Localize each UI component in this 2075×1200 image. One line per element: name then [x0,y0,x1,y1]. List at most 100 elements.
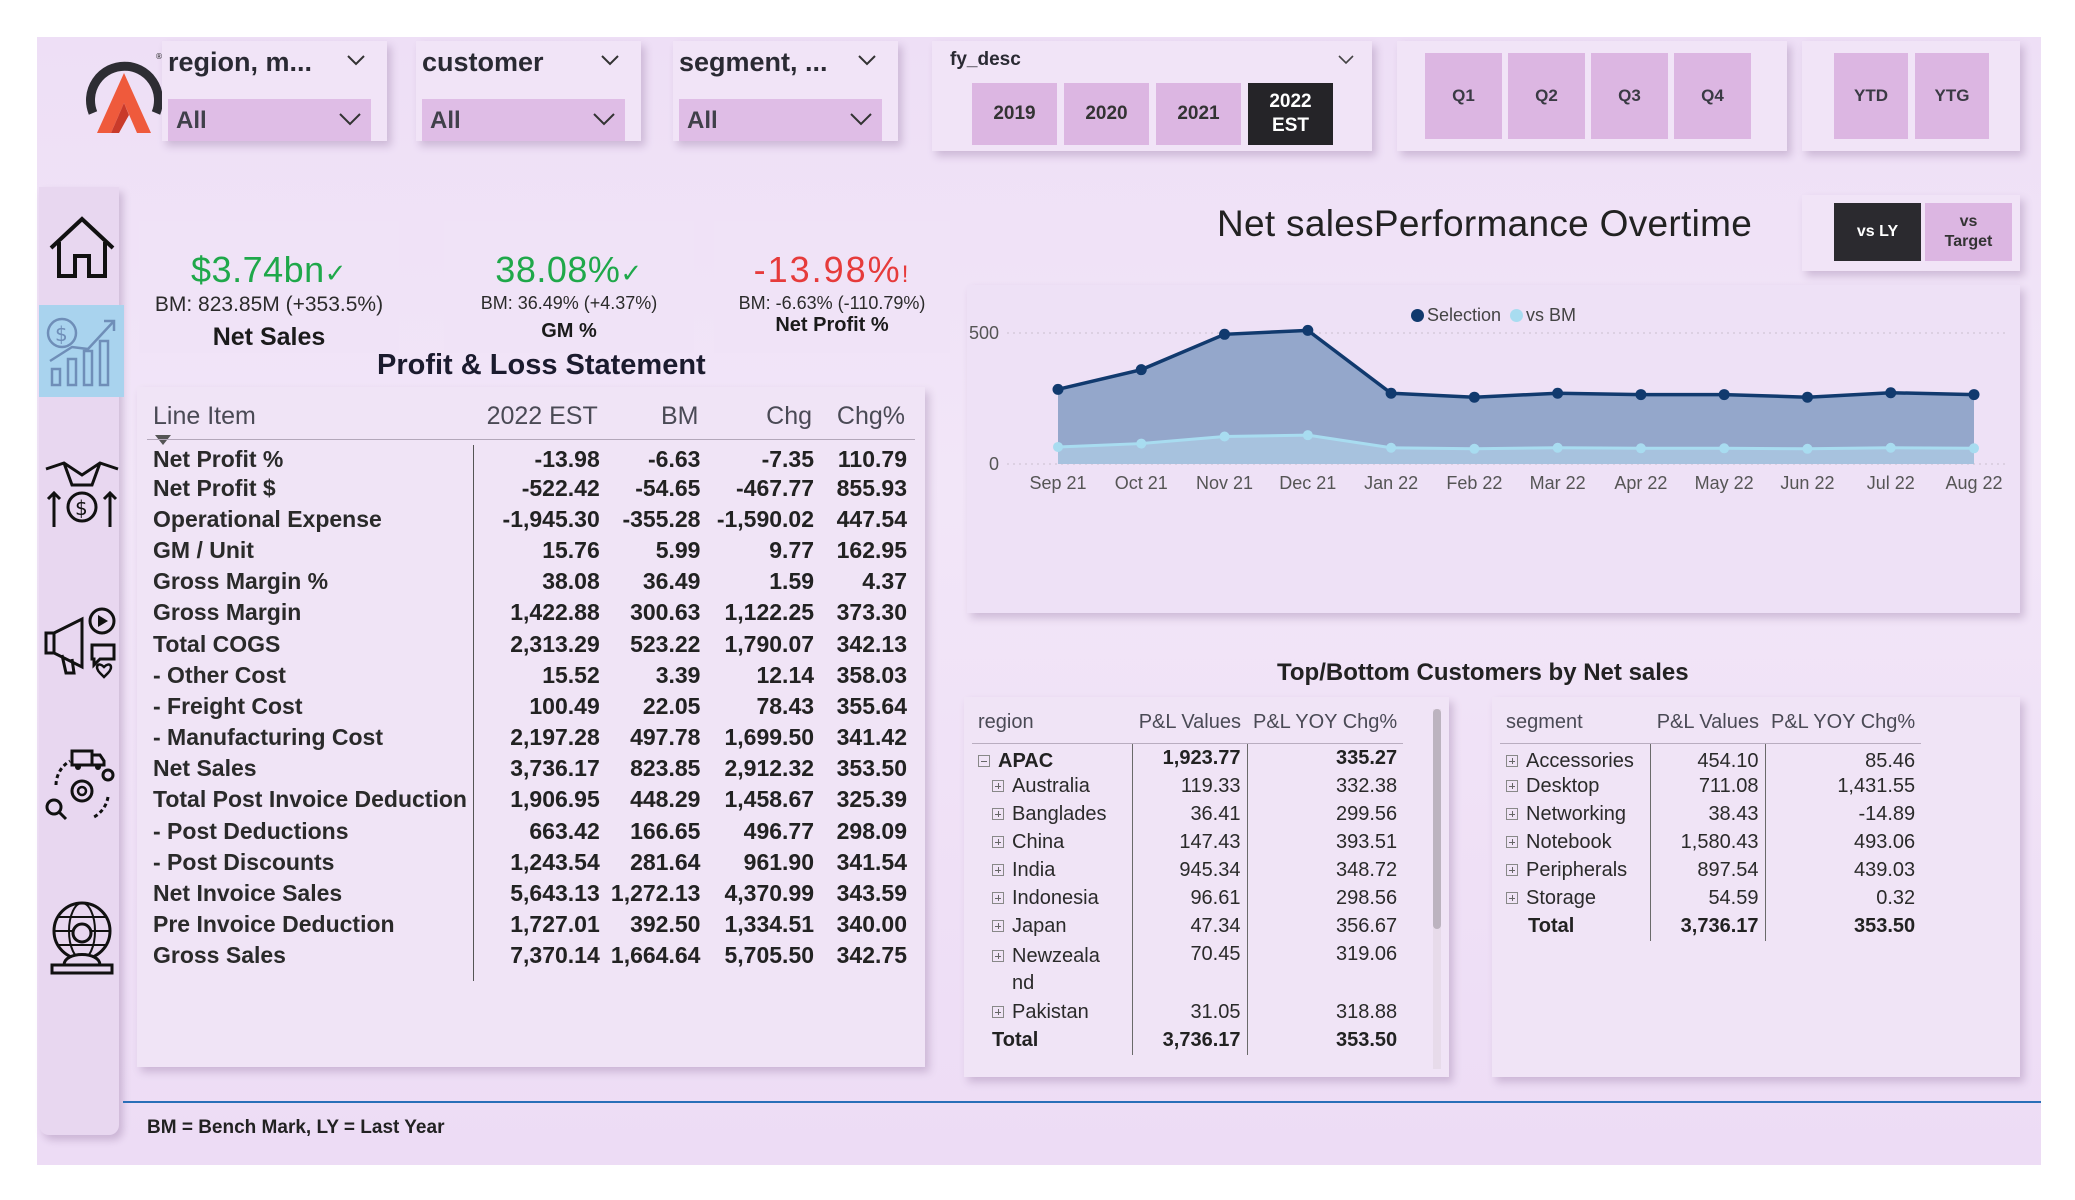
expand-icon[interactable] [1506,864,1518,876]
nav-finance[interactable]: $ [39,305,124,397]
vertical-scrollbar[interactable] [1433,709,1441,1069]
list-item[interactable]: Japan 47.34 356.67 [972,912,1403,941]
fy-button-2021[interactable]: 2021 [1156,83,1241,145]
group-row[interactable]: APAC 1,923.77 335.27 [972,743,1403,773]
list-item[interactable]: Australia 119.33 332.38 [972,772,1403,801]
data-point[interactable] [1053,441,1063,452]
data-point[interactable] [1552,387,1564,399]
column-header[interactable]: P&L YOY Chg% [1247,703,1404,744]
list-item[interactable]: Accessories 454.10 85.46 [1500,743,1921,773]
column-header[interactable]: Chg% [822,395,915,440]
nav-supply-chain[interactable] [39,739,124,831]
column-header[interactable]: 2022 EST [482,395,608,440]
slicer-region[interactable]: region, m... All [162,41,387,141]
value-cell: 0.32 [1876,887,1916,909]
quarter-button-q4[interactable]: Q4 [1674,53,1751,139]
list-item[interactable]: Notebook 1,580.43 493.06 [1500,828,1921,857]
list-item[interactable]: Desktop 711.08 1,431.55 [1500,772,1921,801]
data-point[interactable] [1468,391,1480,403]
compare-vs-ly-button[interactable]: vs LY [1834,203,1921,261]
slicer-customer[interactable]: customer All [416,41,641,141]
column-header[interactable]: Line Item [147,395,483,440]
data-point[interactable] [1302,324,1314,336]
slicer-dropdown[interactable]: All [168,99,371,141]
data-point[interactable] [1718,389,1730,401]
expand-icon[interactable] [992,920,1004,932]
expand-icon[interactable] [1506,836,1518,848]
collapse-icon[interactable] [978,754,990,767]
table-row: Gross Margin % 38.08 36.49 1.59 4.37 [147,566,915,597]
fy-button-2019[interactable]: 2019 [972,83,1057,145]
expand-icon[interactable] [992,780,1004,792]
column-header[interactable]: P&L Values [1132,703,1247,744]
data-point[interactable] [1052,383,1064,395]
list-item[interactable]: Peripherals 897.54 439.03 [1500,856,1921,885]
list-item[interactable]: Newzeala nd 70.45 319.06 [972,940,1403,999]
data-point[interactable] [1635,443,1646,454]
slicer-dropdown[interactable]: All [422,99,625,141]
nav-deal[interactable]: $ [39,447,124,539]
expand-icon[interactable] [992,1006,1004,1018]
expand-icon[interactable] [1506,780,1518,792]
chevron-down-icon[interactable] [599,49,621,71]
nav-home[interactable] [39,201,124,293]
data-point[interactable] [1386,442,1397,453]
slicer-dropdown[interactable]: All [679,99,882,141]
data-point[interactable] [1719,443,1730,454]
data-point[interactable] [1801,391,1813,403]
kpi-card-net-sales: $3.74bn✓ BM: 823.85M (+353.5%) Net Sales [139,221,399,353]
data-point[interactable] [1219,328,1231,340]
list-item[interactable]: Networking 38.43 -14.89 [1500,800,1921,829]
data-point[interactable] [1802,443,1813,454]
data-point[interactable] [1885,442,1896,453]
period-button-ytd[interactable]: YTD [1834,53,1908,139]
scrollbar-thumb[interactable] [1433,709,1441,929]
fy-button-2020[interactable]: 2020 [1064,83,1149,145]
quarter-button-q3[interactable]: Q3 [1591,53,1668,139]
list-item[interactable]: Storage 54.59 0.32 [1500,884,1921,913]
chevron-down-icon[interactable] [1336,51,1356,69]
data-point[interactable] [1885,387,1897,399]
data-point[interactable] [1635,389,1647,401]
data-point[interactable] [1469,443,1480,454]
compare-vs-target-button[interactable]: vs Target [1925,203,2012,261]
chevron-down-icon[interactable] [345,49,367,71]
data-point[interactable] [1552,442,1563,453]
expand-icon[interactable] [1506,808,1518,820]
column-header[interactable]: BM [607,395,709,440]
expand-icon[interactable] [992,949,1004,962]
fy-button-2022-est[interactable]: 2022 EST [1248,83,1333,145]
chevron-down-icon[interactable] [856,49,878,71]
expand-icon[interactable] [1506,754,1518,767]
data-point[interactable] [1219,431,1230,442]
quarter-button-q2[interactable]: Q2 [1508,53,1585,139]
expand-icon[interactable] [992,892,1004,904]
list-item[interactable]: India 945.34 348.72 [972,856,1403,885]
expand-icon[interactable] [992,836,1004,848]
nav-executive[interactable] [39,893,124,985]
data-point[interactable] [1968,389,1980,401]
quarter-button-q1[interactable]: Q1 [1425,53,1502,139]
nav-marketing[interactable] [39,595,124,687]
expand-icon[interactable] [1506,892,1518,904]
line-item-label: - Other Cost [153,661,286,688]
data-point[interactable] [1136,438,1147,449]
slicer-segment[interactable]: segment, ... All [673,41,898,141]
expand-icon[interactable] [992,808,1004,820]
data-point[interactable] [1302,430,1313,441]
list-item[interactable]: Banglades 36.41 299.56 [972,800,1403,829]
data-point[interactable] [1969,443,1979,454]
list-item[interactable]: Indonesia 96.61 298.56 [972,884,1403,913]
column-header[interactable]: region [972,703,1132,744]
column-header[interactable]: segment [1500,703,1650,744]
column-header[interactable]: P&L Values [1650,703,1765,744]
column-header[interactable]: P&L YOY Chg% [1765,703,1922,744]
list-item[interactable]: Pakistan 31.05 318.88 [972,998,1403,1027]
list-item[interactable]: China 147.43 393.51 [972,828,1403,857]
expand-icon[interactable] [992,864,1004,876]
data-point[interactable] [1135,364,1147,376]
data-point[interactable] [1385,387,1397,399]
column-header[interactable]: Chg [708,395,823,440]
net-sales-area-chart[interactable]: 0 500 Sep 21 Oct 21 Nov 21 Dec 21 Jan 22 Feb 22… [967,285,2020,613]
period-button-ytg[interactable]: YTG [1915,53,1989,139]
